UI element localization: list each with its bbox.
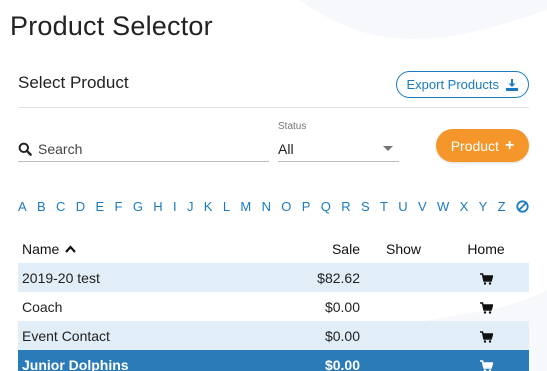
row-name: 2019-20 test xyxy=(18,263,248,292)
alpha-filter-e[interactable]: E xyxy=(96,199,105,214)
table-row[interactable]: Event Contact $0.00 xyxy=(18,321,529,350)
row-sale: $82.62 xyxy=(248,263,364,292)
column-header-home[interactable]: Home xyxy=(443,234,529,263)
row-name: Coach xyxy=(22,298,63,315)
alpha-filter-g[interactable]: G xyxy=(133,199,143,214)
alpha-filter-w[interactable]: W xyxy=(437,199,449,214)
cart-icon[interactable] xyxy=(479,301,493,314)
alpha-filter-o[interactable]: O xyxy=(281,199,291,214)
page-title: Product Selector xyxy=(10,11,213,41)
alpha-filter-k[interactable]: K xyxy=(204,199,213,214)
alpha-filter-j[interactable]: J xyxy=(187,199,194,214)
add-product-label: Product xyxy=(450,137,499,154)
alpha-filter-x[interactable]: X xyxy=(460,199,469,214)
row-show xyxy=(364,350,443,371)
alpha-filter-n[interactable]: N xyxy=(262,199,272,214)
alpha-filter-i[interactable]: I xyxy=(173,199,177,214)
table-row[interactable]: Coach $0.00 xyxy=(18,292,529,321)
alpha-filter-s[interactable]: S xyxy=(361,199,370,214)
table-row[interactable]: 2019-20 test $82.62 xyxy=(18,263,529,292)
cart-icon[interactable] xyxy=(479,330,493,343)
alphabet-filter: ABCDEFGHIJKLMNOPQRSTUVWXYZ xyxy=(18,199,529,214)
download-icon xyxy=(506,78,518,91)
alpha-filter-p[interactable]: P xyxy=(302,199,311,214)
alpha-filter-z[interactable]: Z xyxy=(498,199,506,214)
export-products-label: Export Products xyxy=(406,77,500,92)
alpha-filter-c[interactable]: C xyxy=(56,199,66,214)
search-input[interactable] xyxy=(38,140,258,157)
row-home xyxy=(443,321,529,350)
status-selected-value: All xyxy=(278,140,294,157)
alpha-filter-v[interactable]: V xyxy=(418,199,427,214)
card-title: Select Product xyxy=(18,73,129,92)
search-icon xyxy=(18,142,32,156)
alpha-filter-t[interactable]: T xyxy=(380,199,388,214)
row-sale: $0.00 xyxy=(248,321,364,350)
sort-ascending-icon xyxy=(65,244,77,253)
alpha-filter-l[interactable]: L xyxy=(223,199,230,214)
row-show xyxy=(364,263,443,292)
table-header-row: Name Sale Show Home xyxy=(18,234,529,263)
cart-icon[interactable] xyxy=(479,272,493,285)
alpha-filter-a[interactable]: A xyxy=(18,199,27,214)
row-name: Junior Dolphins xyxy=(18,350,248,371)
alpha-filter-u[interactable]: U xyxy=(398,199,408,214)
status-select[interactable]: All xyxy=(278,136,399,162)
plus-icon: + xyxy=(504,136,515,154)
clear-filter-icon[interactable] xyxy=(516,200,529,213)
alpha-filter-m[interactable]: M xyxy=(240,199,251,214)
row-home xyxy=(443,350,529,371)
row-sale: $0.00 xyxy=(324,298,360,315)
add-product-button[interactable]: Product + xyxy=(436,129,529,162)
card-header: Select Product Export Products xyxy=(18,70,529,108)
row-home xyxy=(443,292,529,321)
cart-icon[interactable] xyxy=(479,359,493,371)
status-label: Status xyxy=(278,121,307,132)
export-products-button[interactable]: Export Products xyxy=(395,71,529,98)
row-home xyxy=(443,263,529,292)
column-header-name[interactable]: Name xyxy=(18,234,248,263)
alpha-filter-r[interactable]: R xyxy=(341,199,351,214)
row-show xyxy=(364,321,443,350)
row-show xyxy=(364,292,443,321)
alpha-filter-d[interactable]: D xyxy=(76,199,86,214)
alpha-filter-q[interactable]: Q xyxy=(321,199,331,214)
alpha-filter-h[interactable]: H xyxy=(153,199,163,214)
table-row-selected[interactable]: Junior Dolphins $0.00 xyxy=(18,350,529,371)
alpha-filter-y[interactable]: Y xyxy=(479,199,488,214)
column-header-show[interactable]: Show xyxy=(364,234,443,263)
row-sale: $0.00 xyxy=(248,350,364,371)
alpha-filter-b[interactable]: B xyxy=(37,199,46,214)
search-field[interactable] xyxy=(18,136,269,162)
chevron-down-icon xyxy=(383,146,393,151)
column-header-sale[interactable]: Sale xyxy=(248,234,364,263)
alpha-filter-f[interactable]: F xyxy=(115,199,123,214)
column-header-name-label: Name xyxy=(22,240,60,257)
row-name: Event Contact xyxy=(18,321,248,350)
products-table: Name Sale Show Home 2019-20 test $82.62 xyxy=(18,234,529,371)
